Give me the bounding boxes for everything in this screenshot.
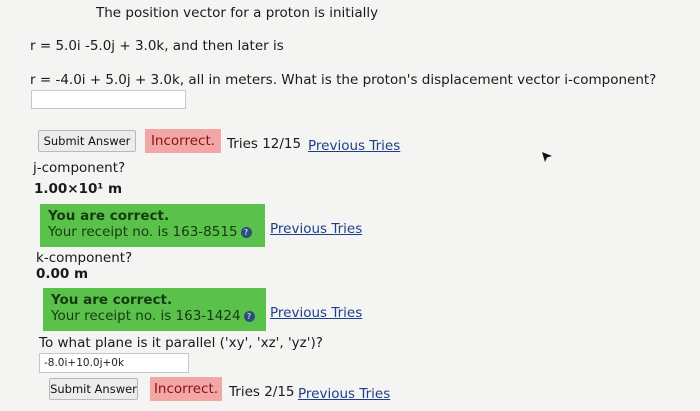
tries-counter: Tries 2/15 [229,384,295,400]
question-line-1: The position vector for a proton is init… [96,5,379,21]
question-line-2: r = 5.0i -5.0j + 3.0k, and then later is [30,38,284,54]
receipt-text: Your receipt no. is 163-1424 [51,308,241,324]
incorrect-badge: Incorrect. [145,129,221,153]
info-icon[interactable]: ? [243,310,255,322]
tries-counter: Tries 12/15 [227,136,302,152]
k-component-label: k-component? [36,250,133,266]
correct-title: You are correct. [51,292,173,308]
previous-tries-link[interactable]: Previous Tries [308,138,400,154]
mouse-cursor-icon [542,152,552,162]
i-component-input[interactable] [31,90,186,109]
plane-answer-input[interactable]: -8.0i+10.0j+0k [39,353,189,373]
j-component-label: j-component? [33,160,126,176]
submit-answer-button[interactable]: Submit Answer [38,130,136,152]
j-component-answer: 1.00×10¹ m [34,181,123,197]
plane-question: To what plane is it parallel ('xy', 'xz'… [39,335,323,351]
j-correct-box: You are correct. Your receipt no. is 163… [40,204,265,247]
info-icon[interactable]: ? [240,226,252,238]
submit-answer-button[interactable]: Submit Answer [49,378,138,400]
k-component-answer: 0.00 m [36,266,89,282]
k-correct-box: You are correct. Your receipt no. is 163… [43,288,266,331]
previous-tries-link[interactable]: Previous Tries [270,221,362,237]
question-line-3: r = -4.0i + 5.0j + 3.0k, all in meters. … [30,72,657,88]
receipt-text: Your receipt no. is 163-8515 [48,224,238,240]
previous-tries-link[interactable]: Previous Tries [270,305,362,321]
correct-title: You are correct. [48,208,170,224]
incorrect-badge: Incorrect. [150,377,222,401]
previous-tries-link[interactable]: Previous Tries [298,386,390,402]
